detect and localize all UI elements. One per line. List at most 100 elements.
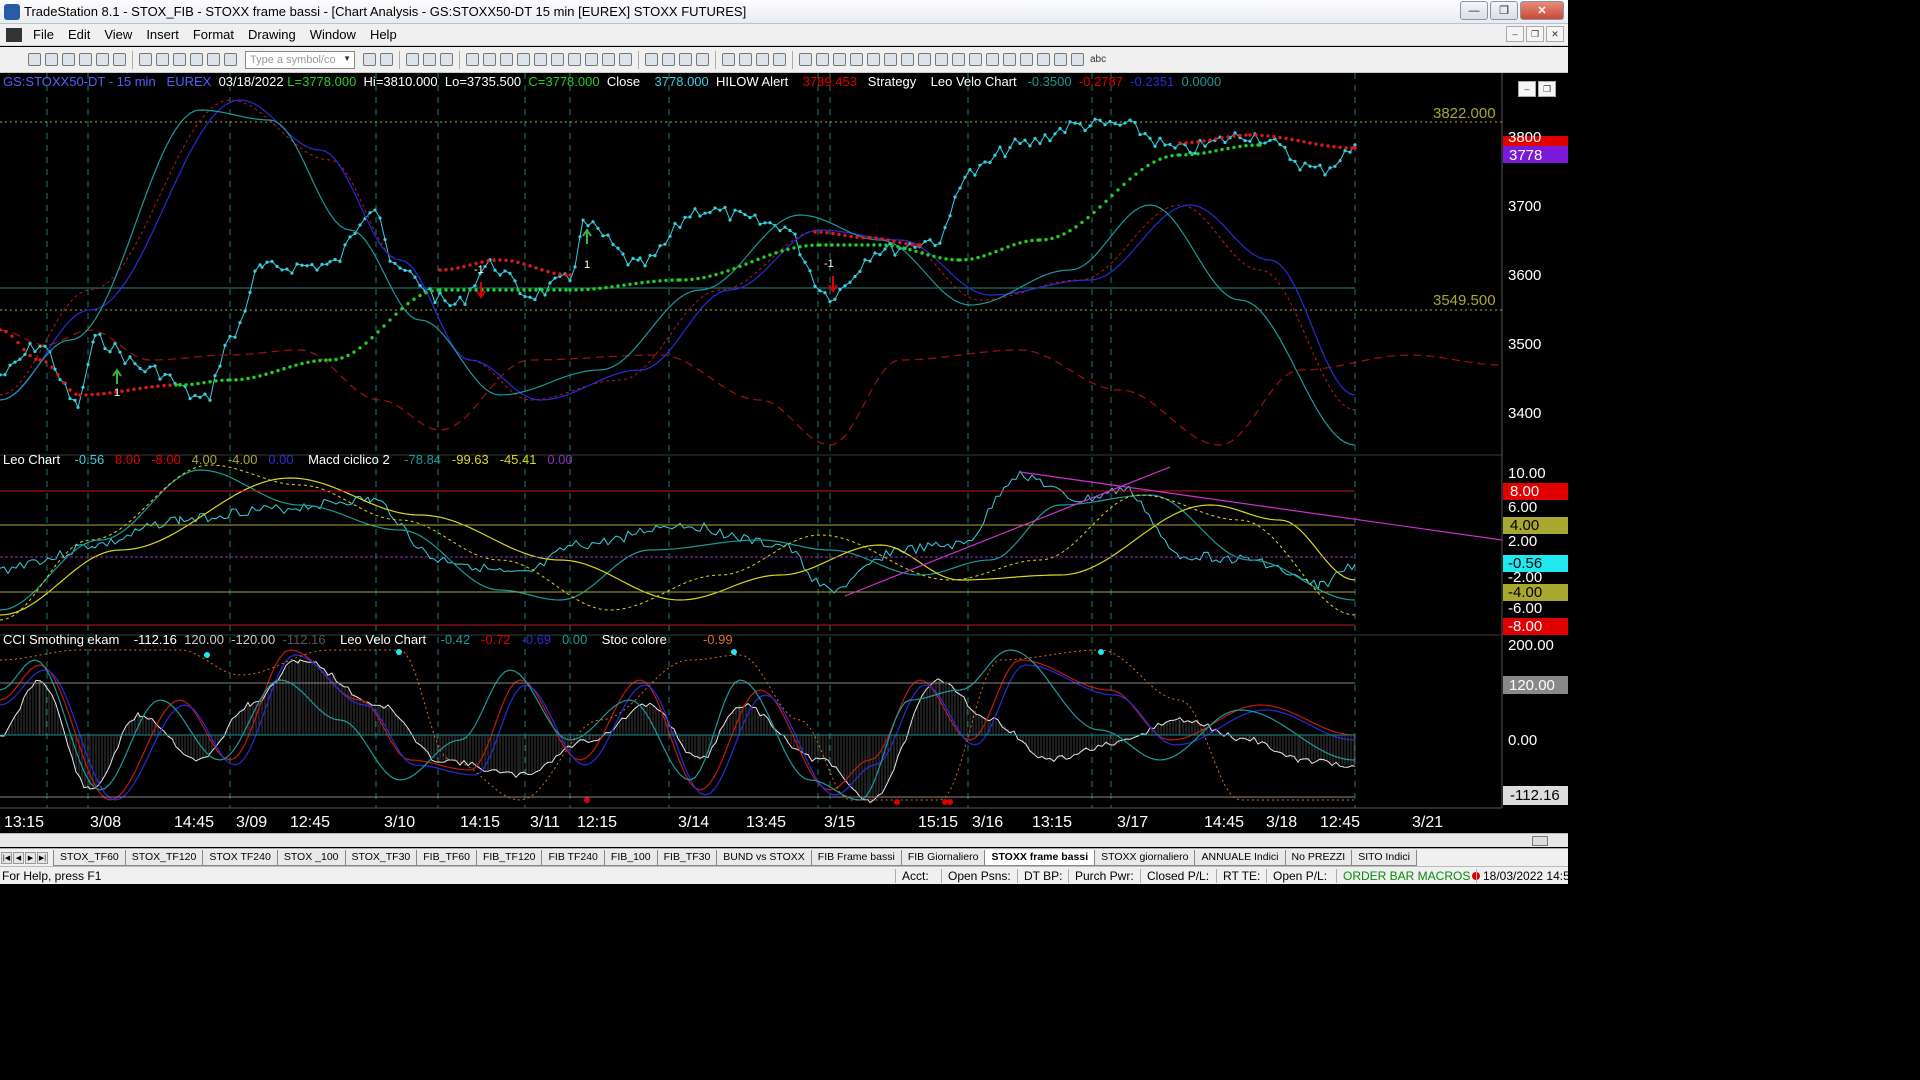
line-chart-icon[interactable] [602, 53, 615, 66]
zoom-in-icon[interactable] [679, 53, 692, 66]
tab-sito-indici[interactable]: SITO Indici [1351, 849, 1417, 866]
cut-icon[interactable] [156, 53, 169, 66]
lock-icon[interactable] [190, 53, 203, 66]
tab-no-prezzi[interactable]: No PREZZI [1284, 849, 1353, 866]
tab-annuale-indici[interactable]: ANNUALE Indici [1194, 849, 1286, 866]
signal-short-2[interactable]: -1 [824, 258, 838, 293]
activity-bar-icon[interactable] [551, 53, 564, 66]
tab-stoxx-frame-bassi[interactable]: STOXX frame bassi [984, 849, 1096, 866]
data-tips-icon[interactable] [739, 53, 752, 66]
indicator-icon[interactable] [466, 53, 479, 66]
tab-fib-frame-bassi[interactable]: FIB Frame bassi [810, 849, 902, 866]
close-button[interactable]: ✕ [1520, 1, 1564, 20]
signal-long-1[interactable]: 1 [112, 368, 122, 399]
tab-bund-vs-stoxx[interactable]: BUND vs STOXX [716, 849, 812, 866]
print-icon[interactable] [139, 53, 152, 66]
horizontal-scrollbar[interactable] [0, 833, 1568, 847]
angle-icon[interactable] [867, 53, 880, 66]
menu-insert[interactable]: Insert [139, 27, 186, 42]
speed-lines-icon[interactable] [901, 53, 914, 66]
tab-first-icon[interactable]: |◀ [1, 851, 12, 864]
menu-window[interactable]: Window [303, 27, 363, 42]
pencil-icon[interactable] [986, 53, 999, 66]
save-icon[interactable] [62, 53, 75, 66]
ellipse-icon[interactable] [1054, 53, 1067, 66]
arrow-up-icon[interactable] [1037, 53, 1050, 66]
arrows-icon[interactable] [935, 53, 948, 66]
paste-icon[interactable] [207, 53, 220, 66]
menu-help[interactable]: Help [363, 27, 404, 42]
signal-short-1[interactable]: -1 [474, 264, 486, 299]
tab-stoxx-giornaliero[interactable]: STOXX giornaliero [1094, 849, 1196, 866]
status-order-bar-macros[interactable]: ORDER BAR MACROS [1336, 868, 1481, 883]
save-workspace-icon[interactable] [113, 53, 126, 66]
hammer-icon[interactable] [756, 53, 769, 66]
mdi-close-button[interactable]: ✕ [1546, 26, 1564, 42]
tab-fib-tf120[interactable]: FIB_TF120 [475, 849, 543, 866]
tab-next-icon[interactable]: ▶ [25, 851, 36, 864]
vertical-line-icon[interactable] [816, 53, 829, 66]
showme-icon[interactable] [517, 53, 530, 66]
strategy-icon[interactable] [483, 53, 496, 66]
pointer-icon[interactable] [722, 53, 735, 66]
minimize-button[interactable]: — [1460, 1, 1488, 20]
symbol-input[interactable]: Type a symbol/co [245, 50, 355, 69]
chart-analysis-window[interactable]: 1 -1 1 -1 3778 13:15 3/08 14:45 3/09 12:… [0, 73, 1568, 833]
cycle-icon[interactable] [952, 53, 965, 66]
tab-fib-100[interactable]: FIB_100 [603, 849, 658, 866]
menu-edit[interactable]: Edit [61, 27, 97, 42]
gann-fan-icon[interactable] [918, 53, 931, 66]
tab-fib-tf60[interactable]: FIB_TF60 [416, 849, 477, 866]
bar-chart-icon[interactable] [568, 53, 581, 66]
tab-fib-tf30[interactable]: FIB_TF30 [656, 849, 718, 866]
chart-window-icon[interactable] [6, 27, 22, 42]
probability-map-icon[interactable] [534, 53, 547, 66]
freehand-icon[interactable] [1003, 53, 1016, 66]
tab-stox-100[interactable]: STOX _100 [276, 849, 346, 866]
horizontal-line-icon[interactable] [833, 53, 846, 66]
open-icon[interactable] [45, 53, 58, 66]
chart-type-icon[interactable] [406, 53, 419, 66]
candle-chart-icon[interactable] [585, 53, 598, 66]
zoom-out-icon[interactable] [696, 53, 709, 66]
channel-icon[interactable] [850, 53, 863, 66]
menu-format[interactable]: Format [186, 27, 241, 42]
chart-restore-button[interactable]: ❐ [1538, 81, 1556, 97]
menu-drawing[interactable]: Drawing [241, 27, 303, 42]
tab-last-icon[interactable]: ▶| [37, 851, 48, 864]
chart-minimize-button[interactable]: – [1518, 81, 1536, 97]
tab-fib-tf240[interactable]: FIB TF240 [541, 849, 605, 866]
globe-icon[interactable] [224, 53, 237, 66]
arrow-down-icon[interactable] [1020, 53, 1033, 66]
paintbar-icon[interactable] [500, 53, 513, 66]
signal-long-2[interactable]: 1 [582, 228, 592, 271]
menu-file[interactable]: File [26, 27, 61, 42]
tab-stox-tf60[interactable]: STOX_TF60 [53, 849, 126, 866]
scroll-right-icon[interactable] [662, 53, 675, 66]
scroll-left-icon[interactable] [645, 53, 658, 66]
new-icon[interactable] [28, 53, 41, 66]
arc-icon[interactable] [969, 53, 982, 66]
symbol-lookup-icon[interactable] [380, 53, 393, 66]
trendline-icon[interactable] [799, 53, 812, 66]
tab-fib-giornaliero[interactable]: FIB Giornaliero [900, 849, 986, 866]
format-symbol-icon[interactable] [423, 53, 436, 66]
scroll-thumb[interactable] [1532, 836, 1548, 846]
point-figure-icon[interactable] [619, 53, 632, 66]
grid-icon[interactable] [440, 53, 453, 66]
play-icon[interactable] [363, 53, 376, 66]
restore-button[interactable]: ❐ [1490, 1, 1518, 20]
menu-view[interactable]: View [97, 27, 139, 42]
tab-stox-tf120[interactable]: STOX_TF120 [124, 849, 204, 866]
copy-icon[interactable] [173, 53, 186, 66]
tab-prev-icon[interactable]: ◀ [13, 851, 24, 864]
tab-stox-tf240[interactable]: STOX TF240 [202, 849, 278, 866]
mdi-restore-button[interactable]: ❐ [1526, 26, 1544, 42]
open-workspace-icon[interactable] [96, 53, 109, 66]
rectangle-icon[interactable] [1071, 53, 1084, 66]
text-tool-icon[interactable]: abc [1090, 54, 1106, 65]
mdi-minimize-button[interactable]: – [1506, 26, 1524, 42]
new-workspace-icon[interactable] [79, 53, 92, 66]
alert-icon[interactable] [773, 53, 786, 66]
fibonacci-icon[interactable] [884, 53, 897, 66]
